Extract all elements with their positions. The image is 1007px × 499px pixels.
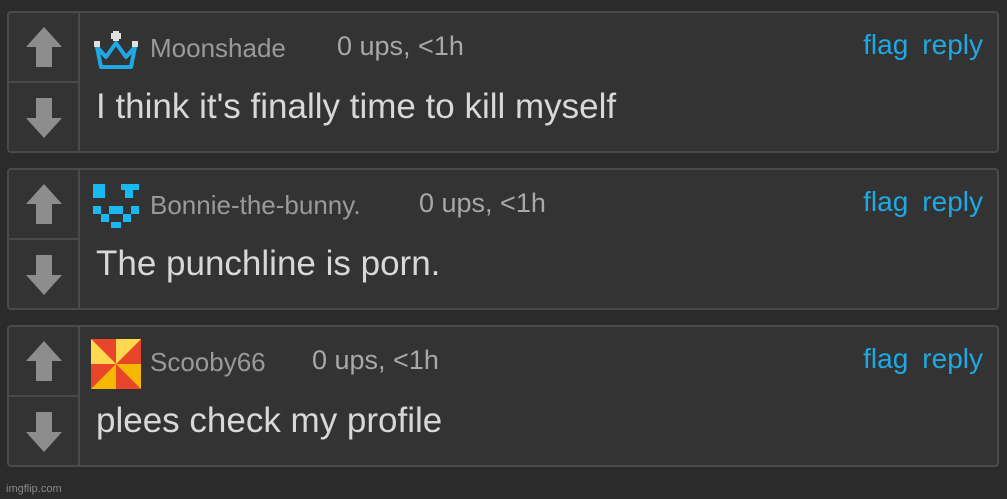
comment-meta: 0 ups, <1h xyxy=(312,345,439,375)
avatar[interactable] xyxy=(91,182,141,232)
comment-actions: flag reply xyxy=(863,29,983,61)
pinwheel-icon xyxy=(91,339,141,389)
arrow-up-icon xyxy=(25,341,62,381)
username[interactable]: Bonnie-the-bunny. xyxy=(150,190,361,221)
comment-meta: 0 ups, <1h xyxy=(337,31,464,61)
comment-actions: flag reply xyxy=(863,343,983,375)
arrow-up-icon xyxy=(25,27,62,67)
comment-text: The punchline is porn. xyxy=(96,244,441,283)
crown-icon xyxy=(94,31,138,69)
comment-text: I think it's finally time to kill myself xyxy=(96,87,617,126)
flag-link[interactable]: flag xyxy=(863,186,908,217)
arrow-up-icon xyxy=(25,184,62,224)
upvote-button[interactable] xyxy=(9,170,78,240)
vote-column xyxy=(9,13,80,151)
imgflip-watermark: imgflip.com xyxy=(6,483,62,495)
reply-link[interactable]: reply xyxy=(922,29,983,60)
reply-link[interactable]: reply xyxy=(922,186,983,217)
arrow-down-icon xyxy=(25,254,62,295)
upvote-button[interactable] xyxy=(9,327,78,397)
arrow-down-icon xyxy=(25,411,62,452)
reply-link[interactable]: reply xyxy=(922,343,983,374)
comment-1: Moonshade 0 ups, <1h flag reply I think i… xyxy=(7,11,999,153)
comment-3: Scooby66 0 ups, <1h flag reply plees chec… xyxy=(7,325,999,467)
upvote-button[interactable] xyxy=(9,13,78,83)
username[interactable]: Moonshade xyxy=(150,33,286,64)
avatar[interactable] xyxy=(91,25,141,75)
flag-link[interactable]: flag xyxy=(863,29,908,60)
vote-column xyxy=(9,170,80,308)
comment-meta: 0 ups, <1h xyxy=(419,188,546,218)
avatar[interactable] xyxy=(91,339,141,389)
downvote-button[interactable] xyxy=(9,240,78,309)
vote-column xyxy=(9,327,80,465)
comments-page: Moonshade 0 ups, <1h flag reply I think i… xyxy=(0,0,1007,499)
downvote-button[interactable] xyxy=(9,397,78,466)
username[interactable]: Scooby66 xyxy=(150,347,266,378)
comment-actions: flag reply xyxy=(863,186,983,218)
comment-text: plees check my profile xyxy=(96,401,443,440)
pixel-face-icon xyxy=(93,184,139,228)
arrow-down-icon xyxy=(25,97,62,138)
flag-link[interactable]: flag xyxy=(863,343,908,374)
comment-2: Bonnie-the-bunny. 0 ups, <1h flag reply T… xyxy=(7,168,999,310)
downvote-button[interactable] xyxy=(9,83,78,152)
